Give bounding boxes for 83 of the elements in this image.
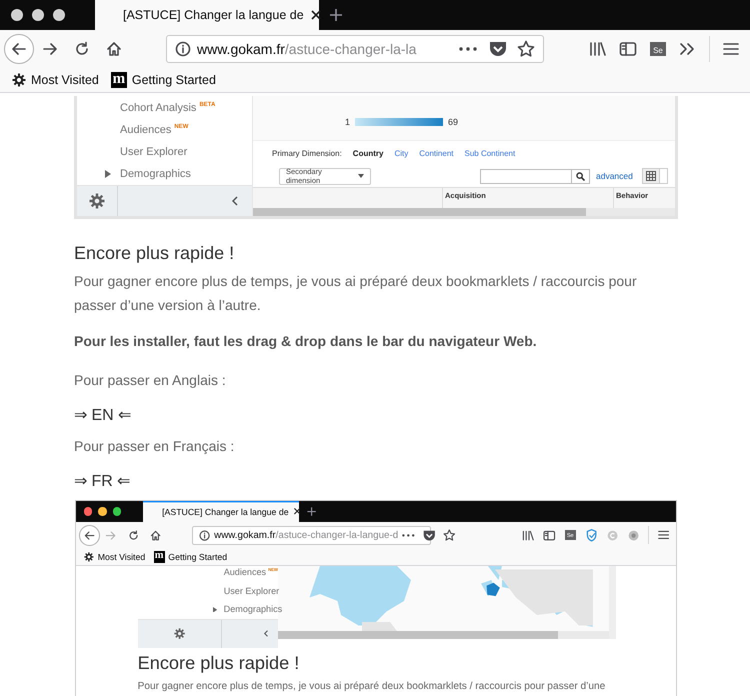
browser-tab[interactable]: [ASTUCE] Changer la langue de xyxy=(95,0,319,30)
forward-icon[interactable] xyxy=(42,41,58,57)
article-paragraph: Pour gagner encore plus de temps, je vous ai préparé deux bookmarklets / raccourcis pour passer d’une xyxy=(138,681,606,692)
legend-min-label: 1 xyxy=(345,117,350,127)
back-button[interactable] xyxy=(78,524,100,546)
dimension-link[interactable]: Continent xyxy=(419,148,454,158)
search-button[interactable] xyxy=(572,168,590,184)
sidebar-icon[interactable] xyxy=(619,41,637,57)
gear-icon xyxy=(84,552,94,562)
back-arrow-icon xyxy=(84,530,95,541)
expand-triangle-icon[interactable] xyxy=(105,170,111,178)
new-tab-icon[interactable] xyxy=(306,506,317,518)
info-icon xyxy=(175,41,191,57)
sidebar-icon[interactable] xyxy=(542,530,556,541)
reload-icon[interactable] xyxy=(128,530,139,541)
bold-paragraph: Pour les installer, faut les drag & drop dans le bar du navigateur Web. xyxy=(74,332,538,351)
sidebar-item[interactable]: User Explorer xyxy=(224,586,280,596)
back-button[interactable] xyxy=(4,34,34,64)
settings-icon[interactable] xyxy=(89,193,105,209)
shield-icon[interactable] xyxy=(586,529,597,542)
sidebar-item[interactable]: Demographics xyxy=(120,168,191,180)
window-control-dot[interactable] xyxy=(98,507,107,516)
primary-dimension-label: Primary Dimension: xyxy=(272,148,342,158)
expand-triangle-icon[interactable] xyxy=(213,606,218,612)
pocket-icon[interactable] xyxy=(489,41,507,57)
more-icon[interactable] xyxy=(402,534,415,537)
window-control-dot[interactable] xyxy=(11,9,23,21)
site-logo: m xyxy=(154,551,165,563)
collapse-chevron-icon[interactable] xyxy=(264,630,268,638)
browser-tab[interactable]: [ASTUCE] Changer la langue de xyxy=(142,501,300,522)
bookmark-item[interactable]: m Getting Started xyxy=(110,72,216,88)
bookmark-item[interactable]: Most Visited xyxy=(84,552,146,562)
grid-icon xyxy=(646,171,656,181)
home-icon[interactable] xyxy=(150,530,162,541)
search-field[interactable] xyxy=(480,168,572,184)
article-paragraph: Pour gagner encore plus de temps, je vous ai préparé deux bookmarklets / raccourcis pour passer d’une version à l’autre. xyxy=(74,272,638,315)
bookmark-item[interactable]: m Getting Started xyxy=(154,551,228,563)
sidebar-item[interactable]: Audiences $^{NEW}$ xyxy=(120,124,188,136)
star-icon[interactable] xyxy=(517,40,535,58)
back-arrow-icon xyxy=(11,41,27,57)
home-icon[interactable] xyxy=(106,41,122,57)
dimension-link[interactable]: Country xyxy=(352,148,384,158)
close-icon[interactable] xyxy=(310,9,322,21)
menu-icon[interactable] xyxy=(658,530,669,540)
site-logo: m xyxy=(110,72,127,88)
reload-icon[interactable] xyxy=(74,41,90,57)
window-control-dot[interactable] xyxy=(53,9,65,21)
sidebar-item[interactable]: Demographics xyxy=(224,604,282,614)
article-heading: Encore plus rapide ! xyxy=(138,653,300,674)
collapse-chevron-icon[interactable] xyxy=(232,196,238,206)
bookmarklet-link[interactable]: ⇒ EN ⇐ xyxy=(74,404,678,428)
close-icon[interactable] xyxy=(292,507,302,516)
new-tab-icon[interactable] xyxy=(328,7,344,23)
window-control-dot[interactable] xyxy=(84,507,92,516)
bookmark-item[interactable]: Most Visited xyxy=(12,73,99,87)
article-paragraph: Pour passer en Français : xyxy=(74,437,236,456)
library-icon[interactable] xyxy=(522,530,535,541)
sidebar-item[interactable]: User Explorer xyxy=(120,146,188,158)
extension-icon[interactable] xyxy=(628,530,639,541)
settings-icon[interactable] xyxy=(174,628,185,640)
article-heading: Encore plus rapide ! xyxy=(74,242,236,265)
sidebar-item[interactable]: Audiences $^{NEW}$ xyxy=(224,566,278,577)
gear-icon xyxy=(12,73,26,87)
window-control-dot[interactable] xyxy=(113,507,122,516)
legend-max-label: 69 xyxy=(448,117,458,127)
article-paragraph: Pour passer en Anglais : xyxy=(74,371,227,390)
menu-icon[interactable] xyxy=(723,42,739,56)
caret-icon xyxy=(358,174,364,178)
pocket-icon[interactable] xyxy=(423,530,436,541)
more-icon[interactable] xyxy=(459,47,477,51)
bookmarklet-link[interactable]: ⇒ FR ⇐ xyxy=(74,470,678,494)
extension-icon[interactable]: Se xyxy=(650,42,666,56)
window-control-dot[interactable] xyxy=(32,9,44,21)
advanced-link[interactable]: advanced xyxy=(596,171,633,181)
info-icon xyxy=(198,530,210,541)
dimension-link[interactable]: City xyxy=(394,148,408,158)
search-icon xyxy=(576,172,585,180)
address-bar[interactable]: www.gokam.fr/astuce-changer-la-la xyxy=(166,35,544,63)
star-icon[interactable] xyxy=(442,529,456,542)
library-icon[interactable] xyxy=(589,41,607,57)
dimension-link[interactable]: Sub Continent xyxy=(464,148,516,158)
table-view-button[interactable] xyxy=(642,168,660,184)
sidebar-item[interactable]: Cohort Analysis $^{BETA}$ xyxy=(120,102,216,114)
